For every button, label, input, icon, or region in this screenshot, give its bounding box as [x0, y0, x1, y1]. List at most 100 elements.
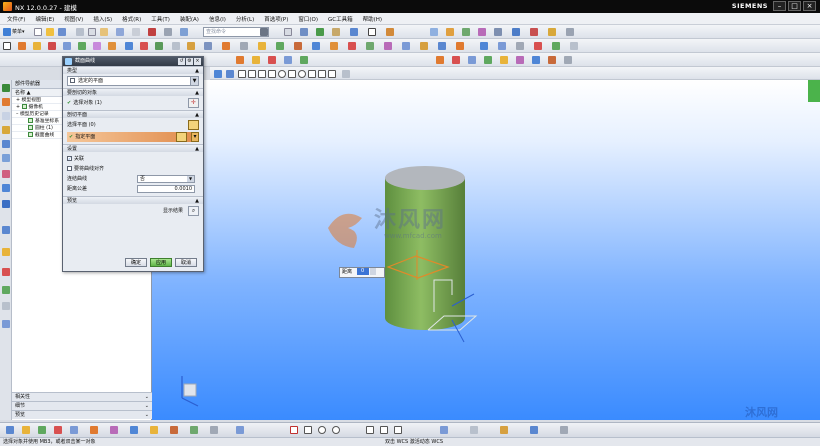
bottom-tool-10-icon[interactable]: [170, 426, 178, 434]
select-plane-row[interactable]: 选择平面 (0): [67, 120, 199, 130]
sketch-rectangle-icon[interactable]: [366, 426, 374, 434]
wcs-icon[interactable]: [512, 28, 520, 36]
paste-icon[interactable]: [100, 28, 108, 36]
group-curves-checkbox[interactable]: [67, 166, 72, 171]
details-panel-header[interactable]: 细节 ⌄: [12, 401, 152, 410]
transform-icon[interactable]: [494, 28, 502, 36]
start-icon[interactable]: [3, 28, 11, 36]
snap-icon[interactable]: [462, 28, 470, 36]
assembly-icon[interactable]: [430, 28, 438, 36]
plane-section-header[interactable]: 剖切平面 ▲: [63, 110, 203, 118]
minimize-button[interactable]: –: [773, 1, 786, 11]
curve-icon[interactable]: [480, 42, 488, 50]
split-body-icon[interactable]: [294, 42, 302, 50]
sync-tool-9-icon[interactable]: [564, 56, 572, 64]
menu-view[interactable]: 视图(V): [59, 15, 88, 23]
associative-row[interactable]: ✓ 关联: [67, 154, 199, 164]
system-scenes-tab-icon[interactable]: [2, 248, 10, 256]
save-icon[interactable]: [58, 28, 66, 36]
plane-icon[interactable]: [548, 28, 556, 36]
dependencies-panel-header[interactable]: 相关性 ⌄: [12, 392, 152, 401]
layer-icon[interactable]: [350, 28, 358, 36]
pattern-icon[interactable]: [222, 42, 230, 50]
visibility-checkbox[interactable]: [28, 125, 33, 130]
preview-panel-header[interactable]: 预览 ⌄: [12, 410, 152, 419]
revolve-icon[interactable]: [33, 42, 41, 50]
magnifier-icon[interactable]: ⌕: [188, 206, 199, 216]
maximize-button[interactable]: □: [788, 1, 801, 11]
sketch-line-icon[interactable]: [304, 426, 312, 434]
tools-tab-icon[interactable]: [2, 302, 10, 310]
distance-value-field[interactable]: 0: [356, 268, 369, 275]
subtract-icon[interactable]: [140, 42, 148, 50]
pocket-icon[interactable]: [438, 42, 446, 50]
draft-icon[interactable]: [258, 42, 266, 50]
offset-curve-icon[interactable]: [552, 42, 560, 50]
text-curve-icon[interactable]: [534, 42, 542, 50]
menu-file[interactable]: 文件(F): [2, 15, 30, 23]
plane-pick-icon[interactable]: [188, 120, 199, 130]
delete-icon[interactable]: [148, 28, 156, 36]
menu-insert[interactable]: 插入(S): [88, 15, 117, 23]
settings-section-header[interactable]: 设置 ▲: [63, 144, 203, 152]
sync-tool-6-icon[interactable]: [516, 56, 524, 64]
cylinder-body[interactable]: [385, 178, 465, 330]
sync-tool-5-icon[interactable]: [500, 56, 508, 64]
bottom-tool-1-icon[interactable]: [6, 426, 14, 434]
bottom-tool-6-icon[interactable]: [90, 426, 98, 434]
gc-toolbox-tab-icon[interactable]: [2, 320, 10, 328]
history-tab-icon[interactable]: [2, 170, 10, 178]
block-icon[interactable]: [63, 42, 71, 50]
grid-icon[interactable]: [284, 28, 292, 36]
snap-control-icon[interactable]: [268, 70, 276, 78]
select-all-icon[interactable]: [226, 70, 234, 78]
tolerance-input[interactable]: 0.0010: [137, 185, 195, 193]
bottom-tool-8-icon[interactable]: [130, 426, 138, 434]
bottom-tool-12-icon[interactable]: [210, 426, 218, 434]
visibility-checkbox[interactable]: [28, 132, 33, 137]
sketch-point-icon[interactable]: [394, 426, 402, 434]
intersect-icon[interactable]: [155, 42, 163, 50]
menu-preferences[interactable]: 首选项(P): [259, 15, 293, 23]
menu-format[interactable]: 格式(R): [117, 15, 146, 23]
dialog-settings-icon[interactable]: ⚙: [186, 58, 193, 65]
snap-center-icon[interactable]: [298, 70, 306, 78]
group-curves-row[interactable]: 要将曲线对齐: [67, 164, 199, 174]
crosshair-select-icon[interactable]: ✛: [188, 98, 199, 108]
snap-endpoint-icon[interactable]: [238, 70, 246, 78]
process-studio-tab-icon[interactable]: [2, 200, 10, 208]
distance-options-icon[interactable]: [370, 268, 377, 275]
emboss-icon[interactable]: [348, 42, 356, 50]
project-curve-icon[interactable]: [570, 42, 578, 50]
visibility-checkbox[interactable]: [21, 104, 27, 109]
graphics-window[interactable]: 沐风网 www.mfcad.com 距离 0 沐风网: [152, 80, 820, 420]
cone-icon[interactable]: [93, 42, 101, 50]
bottom-tool-2-icon[interactable]: [22, 426, 30, 434]
system-materials-tab-icon[interactable]: [2, 184, 10, 192]
pad-icon[interactable]: [420, 42, 428, 50]
snap-toggle-icon[interactable]: [342, 70, 350, 78]
slot-icon[interactable]: [456, 42, 464, 50]
cancel-button[interactable]: 取消: [175, 258, 197, 267]
select-object-row[interactable]: ✔ 选择对象 (1) ✛: [67, 98, 199, 108]
copy-icon[interactable]: [88, 28, 96, 36]
extrude-icon[interactable]: [18, 42, 26, 50]
bottom-tool-3-icon[interactable]: [38, 426, 46, 434]
bottom-tool-11-icon[interactable]: [190, 426, 198, 434]
part-navigator-tab-icon[interactable]: [2, 84, 10, 92]
roles-tab-icon[interactable]: [2, 226, 10, 234]
dialog-close-icon[interactable]: ×: [194, 58, 201, 65]
menu-tools[interactable]: 工具(T): [146, 15, 175, 23]
chamfer-icon[interactable]: [187, 42, 195, 50]
search-icon[interactable]: [260, 28, 268, 36]
sketch-polyline-icon[interactable]: [380, 426, 388, 434]
snap-grid-icon[interactable]: [328, 70, 336, 78]
sketch-circle-icon[interactable]: [332, 426, 340, 434]
menu-window[interactable]: 窗口(O): [293, 15, 323, 23]
surface-tool-2-icon[interactable]: [252, 56, 260, 64]
shaded-icon[interactable]: [332, 28, 340, 36]
constraint-navigator-tab-icon[interactable]: [2, 112, 10, 120]
dropdown-arrow-icon[interactable]: ▼: [190, 77, 198, 85]
bottom-tool-9-icon[interactable]: [150, 426, 158, 434]
join-curves-select[interactable]: 否 ▼: [137, 175, 195, 183]
